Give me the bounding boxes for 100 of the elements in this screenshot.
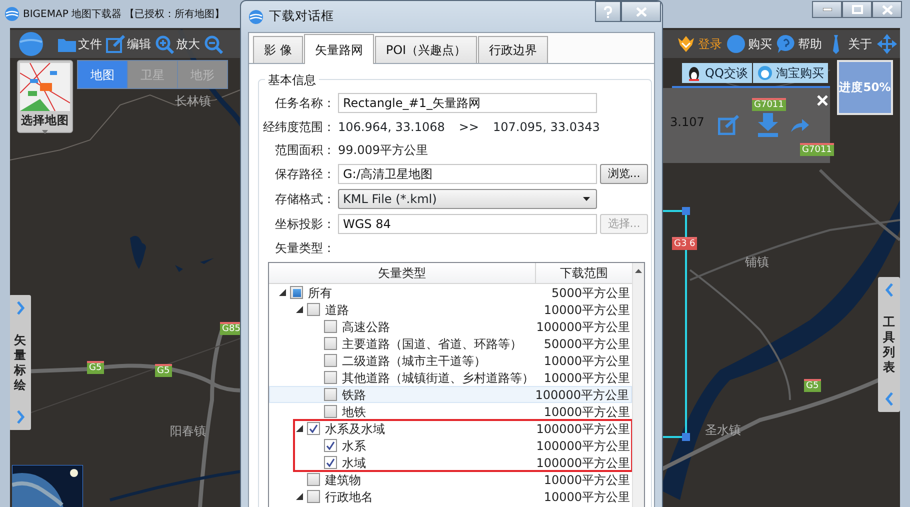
field-label: 经纬度范围： bbox=[262, 119, 335, 136]
move-icon[interactable] bbox=[876, 33, 898, 55]
expander-icon[interactable] bbox=[296, 493, 303, 500]
toolbar-button[interactable]: 购买 bbox=[724, 34, 774, 54]
checkbox[interactable] bbox=[324, 388, 337, 401]
dropdown-value: KML File (*.kml) bbox=[343, 191, 437, 208]
column-header[interactable]: 矢量类型 bbox=[269, 263, 536, 283]
penguin-icon bbox=[686, 65, 702, 81]
side-panel[interactable]: 矢量标绘 bbox=[10, 295, 31, 430]
chevron-icon bbox=[16, 301, 24, 315]
toolbar-button[interactable]: 编辑 bbox=[104, 34, 153, 54]
dialog-tab[interactable]: 矢量路网 bbox=[304, 34, 374, 64]
road-shield: G3 6 bbox=[672, 237, 698, 250]
field-value: 99.009平方公里 bbox=[338, 142, 429, 159]
text-field[interactable]: WGS 84 bbox=[338, 214, 597, 234]
expander-icon[interactable] bbox=[296, 425, 303, 432]
dialog-tab[interactable]: 行政边界 bbox=[478, 36, 548, 63]
field-value: 106.964, 33.1068 bbox=[338, 119, 445, 136]
coordinate-text: 3.107 bbox=[670, 114, 704, 131]
maximize-button[interactable] bbox=[842, 1, 872, 18]
chevron-icon bbox=[884, 392, 894, 406]
dialog-title: 下载对话框 bbox=[269, 7, 334, 26]
group-title: 基本信息 bbox=[265, 71, 319, 89]
range-text: 10000平方公里 bbox=[542, 472, 631, 488]
field-label: 范围面积： bbox=[274, 142, 335, 159]
globe-thumbnail bbox=[12, 465, 83, 507]
range-text: 10000平方公里 bbox=[542, 404, 631, 420]
toolbar-button[interactable]: 文件 bbox=[55, 34, 104, 54]
app-logo-icon bbox=[248, 8, 264, 24]
browse-button[interactable]: 浏览... bbox=[600, 164, 648, 184]
checkbox[interactable] bbox=[324, 405, 337, 418]
field-label: 保存路径： bbox=[274, 166, 335, 183]
tree-label: 水域 bbox=[342, 454, 366, 472]
place-label: 圣水镇 bbox=[705, 422, 741, 439]
zoom-out-icon[interactable] bbox=[204, 34, 223, 54]
range-text: 10000平方公里 bbox=[542, 370, 631, 386]
road-shield: G7011 bbox=[800, 143, 834, 156]
toolbar-button[interactable]: 帮助 bbox=[774, 34, 824, 54]
road-shield: G5 bbox=[155, 364, 172, 377]
range-text: 10000平方公里 bbox=[542, 352, 631, 370]
checkbox[interactable] bbox=[307, 303, 320, 316]
minimize-button[interactable] bbox=[812, 1, 842, 18]
field-label: 存储格式： bbox=[274, 191, 335, 208]
help-button[interactable] bbox=[595, 1, 621, 22]
window-title: BIGEMAP 地图下载器 【已授权：所有地图】 bbox=[23, 8, 225, 22]
expander-icon[interactable] bbox=[279, 289, 286, 296]
dialog-tab[interactable]: 影 像 bbox=[253, 36, 303, 63]
checkbox[interactable] bbox=[290, 286, 303, 299]
expander-icon[interactable] bbox=[296, 306, 303, 313]
format-dropdown[interactable]: KML File (*.kml) bbox=[338, 189, 597, 209]
tree-label: 主要道路（国道、省道、环路等） bbox=[342, 336, 522, 352]
quick-button[interactable]: 淘宝购买 bbox=[753, 63, 828, 83]
help-icon bbox=[776, 34, 796, 54]
toolbar-button[interactable]: 放大 bbox=[153, 34, 202, 54]
field-label: 坐标投影： bbox=[274, 216, 335, 233]
checkbox[interactable] bbox=[324, 337, 337, 350]
toolbar-button[interactable]: 关于 bbox=[824, 34, 874, 54]
close-icon bbox=[882, 4, 892, 14]
column-header[interactable]: 下载范围 bbox=[536, 263, 632, 283]
quick-button[interactable]: QQ交谈 bbox=[682, 63, 752, 83]
checkbox[interactable] bbox=[307, 422, 320, 435]
checkbox[interactable] bbox=[307, 490, 320, 503]
edit-icon bbox=[106, 34, 125, 54]
scroll-up-icon[interactable] bbox=[635, 269, 642, 273]
zoom-in-icon bbox=[155, 34, 174, 54]
tree-row[interactable]: 铁路 100000平方公里 bbox=[269, 386, 632, 403]
text-field[interactable]: Rectangle_#1_矢量路网 bbox=[338, 93, 597, 113]
map-selector-button[interactable]: 选择地图 bbox=[17, 60, 73, 133]
checkbox[interactable] bbox=[324, 320, 337, 333]
tree-label: 建筑物 bbox=[325, 472, 361, 488]
field-label: 矢量类型： bbox=[274, 240, 335, 257]
map-thumbnail-icon bbox=[20, 63, 70, 111]
range-text: 100000平方公里 bbox=[536, 318, 631, 336]
field-label: 任务名称： bbox=[274, 95, 335, 112]
tree-label: 二级道路（城市主干道等） bbox=[342, 352, 486, 370]
map-type-tab[interactable]: 地图 bbox=[78, 61, 127, 88]
close-icon[interactable] bbox=[817, 95, 828, 106]
selection-rectangle[interactable] bbox=[660, 207, 690, 441]
checkbox[interactable] bbox=[324, 456, 337, 469]
close-button[interactable] bbox=[872, 1, 902, 18]
toolbar-button[interactable]: 登录 bbox=[674, 34, 724, 54]
checkbox[interactable] bbox=[307, 473, 320, 486]
checkbox[interactable] bbox=[324, 439, 337, 452]
tree-label: 其他道路（城镇街道、乡村道路等） bbox=[342, 370, 534, 386]
range-text: 5000平方公里 bbox=[550, 284, 631, 302]
crown-icon bbox=[676, 34, 696, 54]
dialog-tab[interactable]: POI（兴趣点） bbox=[374, 36, 478, 63]
checkbox[interactable] bbox=[324, 371, 337, 384]
checkbox[interactable] bbox=[324, 354, 337, 367]
range-text: 100000平方公里 bbox=[536, 438, 631, 454]
range-text: 100000平方公里 bbox=[536, 420, 631, 438]
text-field[interactable]: G:/高清卫星地图 bbox=[338, 164, 597, 184]
caret-icon bbox=[583, 197, 590, 201]
close-button[interactable] bbox=[621, 1, 661, 22]
side-panel[interactable]: 工具列表 bbox=[878, 277, 900, 412]
minimize-icon bbox=[822, 8, 832, 11]
place-label: 长林镇 bbox=[175, 93, 211, 110]
tree-label: 所有 bbox=[308, 284, 332, 302]
range-text: 10000平方公里 bbox=[542, 488, 631, 506]
road-shield: G5 bbox=[87, 361, 104, 374]
